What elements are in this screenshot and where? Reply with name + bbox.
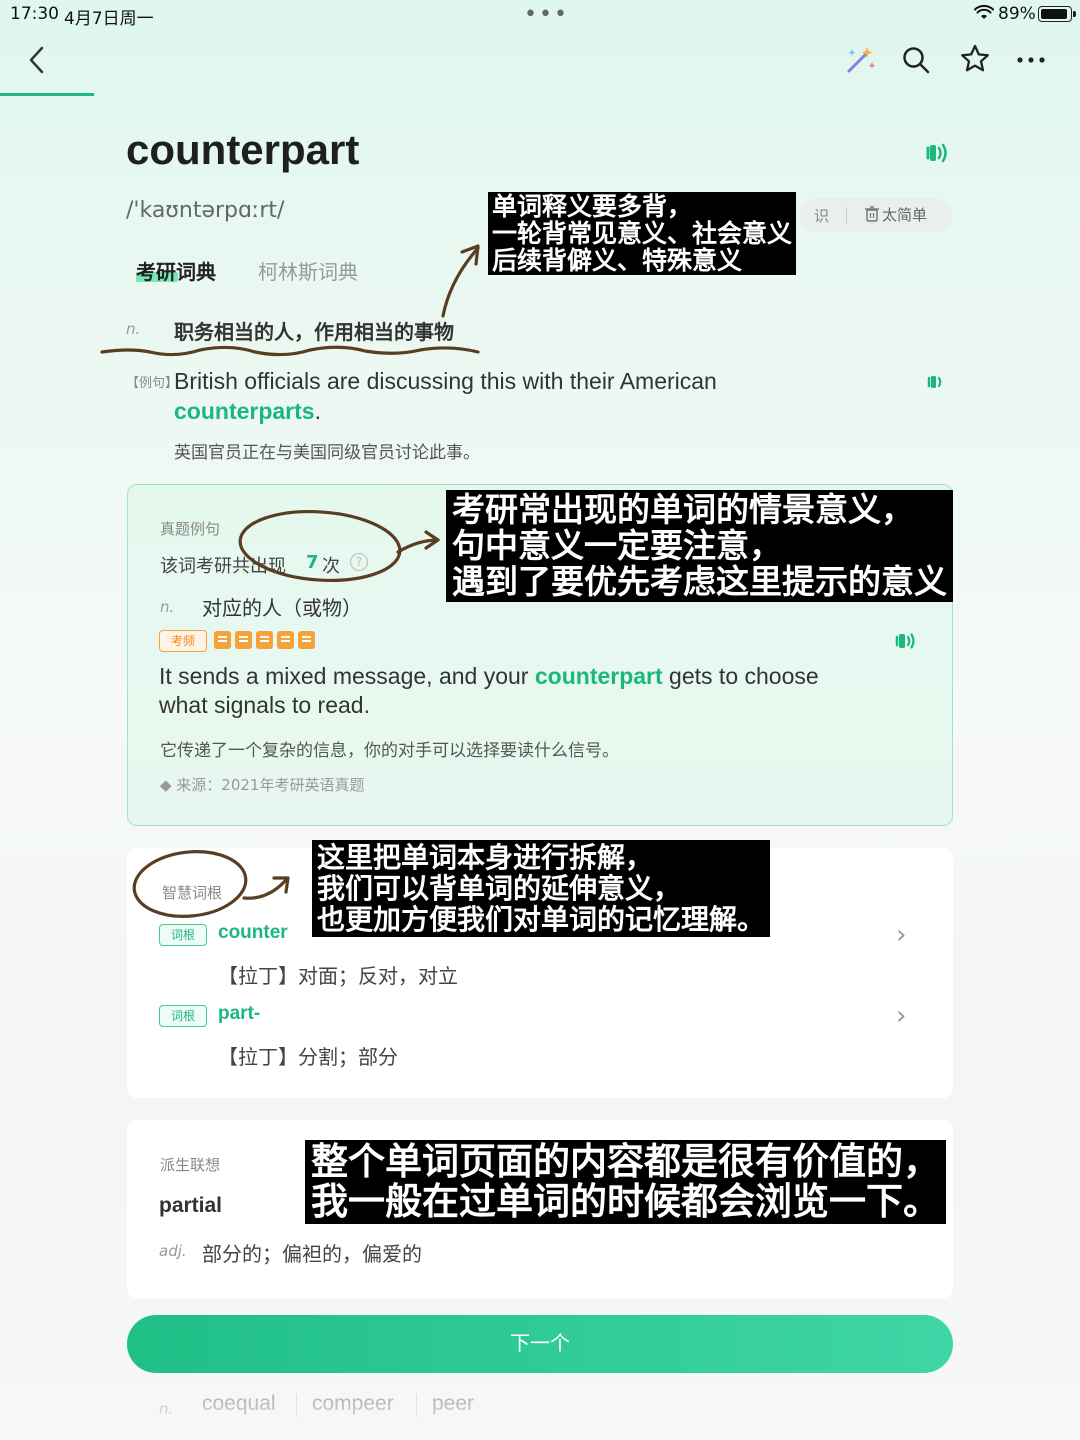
exam-count-number: 7 (306, 552, 319, 573)
root-section-label: 智慧词根 (162, 884, 223, 902)
search-icon[interactable] (900, 44, 932, 76)
pill-left-label[interactable]: 识 (814, 205, 829, 226)
underline-scribble (100, 345, 480, 357)
example-translation: 英国官员正在与美国同级官员讨论此事。 (174, 443, 480, 463)
chevron-right-icon[interactable]: › (896, 920, 906, 950)
exam-count-suffix: 次 (322, 556, 340, 577)
synonym-word[interactable]: peer (432, 1392, 474, 1416)
derived-pos: adj. (159, 1242, 187, 1260)
status-time: 17:30 (10, 4, 59, 24)
frequency-icon (214, 631, 231, 649)
example-tag: 【例句】 (126, 376, 179, 391)
frequency-icon (256, 631, 273, 649)
definition-meaning: 职务相当的人，作用相当的事物 (174, 320, 454, 344)
back-icon[interactable] (22, 44, 52, 76)
star-icon[interactable] (958, 42, 992, 76)
battery-percent: 89% (998, 4, 1036, 24)
frequency-icon (277, 631, 294, 649)
more-icon[interactable] (1014, 44, 1048, 76)
exam-translation: 它传递了一个复杂的信息，你的对手可以选择要读什么信号。 (160, 741, 619, 761)
frequency-icon (298, 631, 315, 649)
next-button[interactable]: 下一个 (127, 1315, 953, 1373)
root-word-part[interactable]: part- (218, 1003, 260, 1025)
synonym-divider (296, 1394, 297, 1418)
synonym-pos: n. (159, 1400, 174, 1418)
exam-meaning: 对应的人（或物） (202, 596, 362, 620)
arrow-up-head (460, 244, 480, 266)
synonym-word[interactable]: compeer (312, 1392, 394, 1416)
exam-count-prefix: 该词考研共出现 (160, 556, 286, 577)
annotation-note-definitions: 单词释义要多背， 一轮背常见意义、社会意义 后续背僻义、特殊意义 (488, 192, 797, 275)
frequency-rating (214, 631, 315, 649)
status-date: 4月7日周一 (64, 9, 154, 29)
root-tag: 词根 (159, 924, 207, 946)
definition-pos: n. (126, 320, 141, 338)
exam-speaker-icon[interactable] (894, 630, 918, 652)
battery-icon (1038, 6, 1076, 22)
multitask-dots-icon[interactable]: ••• (524, 2, 569, 27)
annotation-note-roots: 这里把单词本身进行拆解， 我们可以背单词的延伸意义， 也更加方便我们对单词的记忆… (312, 840, 771, 937)
wifi-icon (974, 5, 994, 19)
magic-wand-icon[interactable] (842, 44, 878, 76)
tab-collins-dictionary[interactable]: 柯林斯词典 (258, 256, 358, 285)
example-speaker-icon[interactable] (926, 372, 948, 392)
root-meaning: 【拉丁】对面；反对，对立 (218, 964, 458, 988)
derived-word[interactable]: partial (159, 1194, 222, 1218)
exam-pos: n. (160, 598, 175, 616)
annotation-note-page: 整个单词页面的内容都是很有价值的， 我一般在过单词的时候都会浏览一下。 (305, 1140, 946, 1224)
example-sentence: British officials are discussing this wi… (174, 368, 717, 424)
synonym-divider (416, 1394, 417, 1418)
root-word-counter[interactable]: counter (218, 922, 288, 944)
too-easy-button[interactable]: 太简单 (882, 204, 927, 225)
root-tag: 词根 (159, 1005, 207, 1027)
example-highlight: counterparts (174, 398, 315, 424)
frequency-badge: 考频 (159, 630, 207, 652)
tab-kaoyan-dictionary[interactable]: 考研词典 (136, 256, 216, 285)
help-icon[interactable]: ? (350, 553, 368, 571)
root-meaning: 【拉丁】分割；部分 (218, 1045, 398, 1069)
synonym-word[interactable]: coequal (202, 1392, 276, 1416)
phonetic: /'kaʊntərpɑːrt/ (126, 198, 285, 223)
exam-source: ◆ 来源：2021年考研英语真题 (160, 776, 365, 794)
exam-sentence: It sends a mixed message, and your count… (159, 663, 819, 718)
trash-icon[interactable] (864, 205, 880, 223)
speaker-icon[interactable] (924, 140, 952, 166)
frequency-icon (235, 631, 252, 649)
exam-section-label: 真题例句 (160, 520, 221, 538)
derived-meaning: 部分的；偏袒的，偏爱的 (202, 1242, 422, 1266)
chevron-right-icon[interactable]: › (896, 1001, 906, 1031)
pill-divider (846, 207, 847, 223)
nav-underline (0, 93, 94, 96)
annotation-note-exam: 考研常出现的单词的情景意义， 句中意义一定要注意， 遇到了要优先考虑这里提示的意… (446, 490, 953, 602)
headword: counterpart (126, 126, 360, 173)
derived-section-label: 派生联想 (160, 1156, 221, 1174)
exam-highlight: counterpart (534, 663, 663, 689)
arrow-up-stroke (441, 246, 480, 318)
